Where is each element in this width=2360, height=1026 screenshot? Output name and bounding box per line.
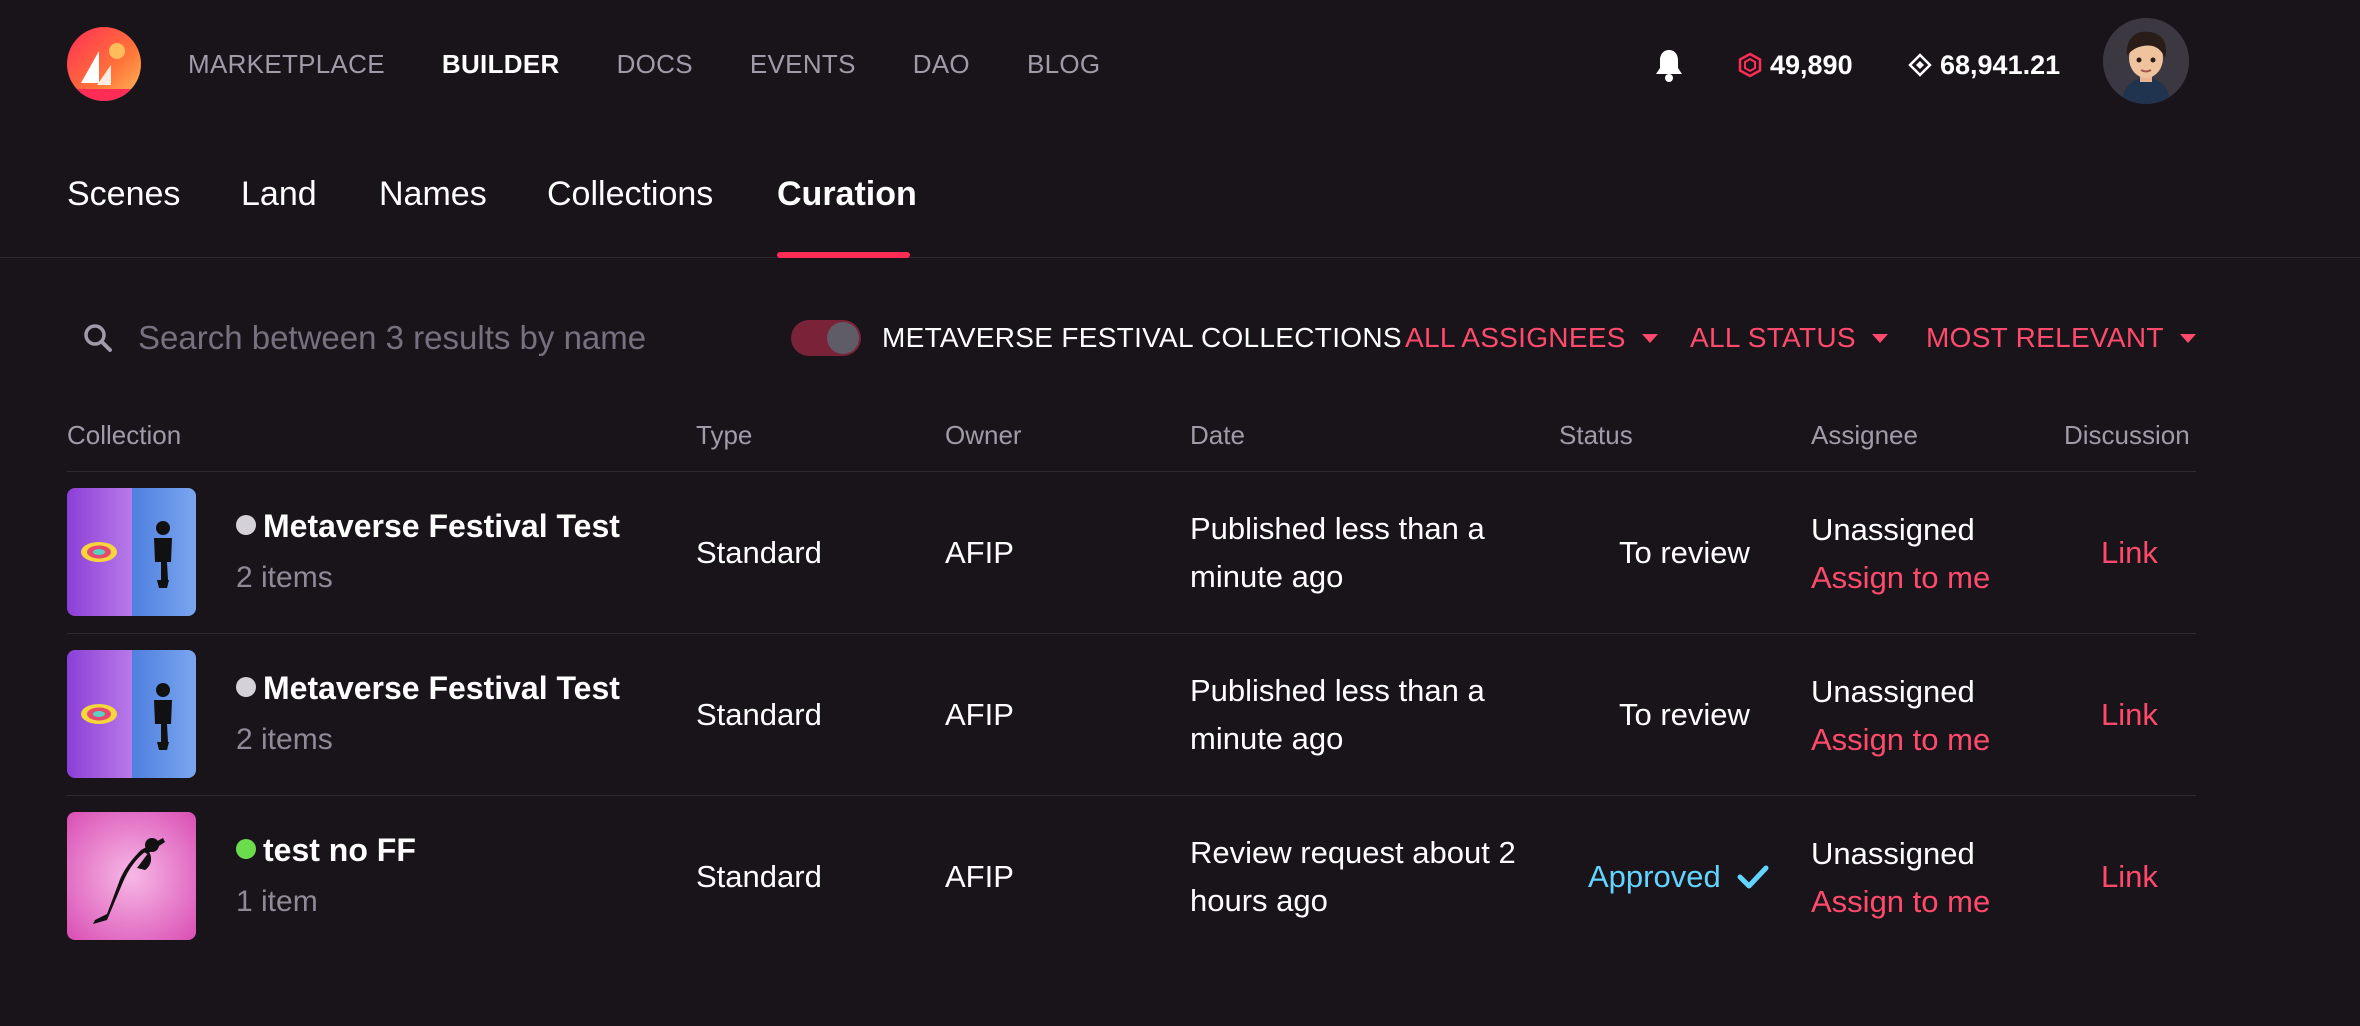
chevron-down-icon <box>1871 333 1888 343</box>
collection-name[interactable]: Metaverse Festival Test <box>263 506 620 546</box>
collection-status: To review <box>1619 697 1750 732</box>
main-nav: MARKETPLACE BUILDER DOCS EVENTS DAO BLOG <box>188 47 1157 81</box>
checkmark-icon <box>1737 865 1769 889</box>
table-header: Collection Type Owner Date Status Assign… <box>67 410 2196 472</box>
header-date: Date <box>1190 420 1245 450</box>
collection-owner: AFIP <box>945 859 1014 894</box>
collection-name[interactable]: Metaverse Festival Test <box>263 668 620 708</box>
bell-icon[interactable] <box>1654 48 1684 82</box>
nav-docs[interactable]: DOCS <box>617 47 693 81</box>
toggle-knob <box>827 322 859 354</box>
assignee-name: Unassigned <box>1811 674 1975 709</box>
assignee-cell: Unassigned Assign to me <box>1811 668 1990 764</box>
search-icon <box>82 322 114 354</box>
assign-to-me-link[interactable]: Assign to me <box>1811 554 1990 602</box>
assign-to-me-link[interactable]: Assign to me <box>1811 878 1990 926</box>
collection-date: Review request about 2 hours ago <box>1190 835 1516 918</box>
nav-dao[interactable]: DAO <box>913 47 970 81</box>
header-status: Status <box>1559 420 1633 450</box>
header-type: Type <box>696 420 753 450</box>
status-dot <box>236 515 256 535</box>
table-row[interactable]: test no FF 1 item Standard AFIP Review r… <box>67 796 2196 958</box>
nav-marketplace[interactable]: MARKETPLACE <box>188 47 385 81</box>
chevron-down-icon <box>2179 333 2196 343</box>
header-discussion: Discussion <box>2064 420 2190 450</box>
header-assignee: Assignee <box>1811 420 1918 450</box>
collection-type: Standard <box>696 859 822 894</box>
mana-ethereum-balance[interactable]: 49,890 <box>1738 48 1853 82</box>
tab-collections[interactable]: Collections <box>547 172 713 216</box>
header-owner: Owner <box>945 420 1022 450</box>
status-dropdown-value: ALL STATUS <box>1690 322 1856 353</box>
collection-type: Standard <box>696 535 822 570</box>
nav-builder[interactable]: BUILDER <box>442 47 560 81</box>
decentraland-logo[interactable] <box>67 27 141 101</box>
metaverse-festival-toggle[interactable] <box>791 320 861 356</box>
tab-scenes[interactable]: Scenes <box>67 172 180 216</box>
mana-polygon-amount: 68,941.21 <box>1940 50 2061 80</box>
mana-hexagon-icon <box>1738 52 1762 78</box>
section-tabs: Scenes Land Names Collections Curation <box>0 150 2360 258</box>
assign-to-me-link[interactable]: Assign to me <box>1811 716 1990 764</box>
mana-diamond-icon <box>1908 53 1932 77</box>
header-collection: Collection <box>67 420 182 450</box>
assignee-cell: Unassigned Assign to me <box>1811 506 1990 602</box>
collection-item-count: 2 items <box>236 723 333 756</box>
assignee-name: Unassigned <box>1811 836 1975 871</box>
discussion-link[interactable]: Link <box>2101 691 2158 739</box>
assignee-cell: Unassigned Assign to me <box>1811 830 1990 926</box>
chevron-down-icon <box>1641 333 1658 343</box>
collection-item-count: 2 items <box>236 561 333 594</box>
sort-dropdown[interactable]: MOST RELEVANT <box>1926 320 2196 356</box>
toggle-label: METAVERSE FESTIVAL COLLECTIONS <box>882 322 1402 353</box>
user-avatar[interactable] <box>2103 18 2189 104</box>
nav-events[interactable]: EVENTS <box>750 47 856 81</box>
assignees-dropdown-value: ALL ASSIGNEES <box>1405 322 1626 353</box>
table-row[interactable]: Metaverse Festival Test 2 items Standard… <box>67 472 2196 634</box>
tab-land[interactable]: Land <box>241 172 317 216</box>
assignee-name: Unassigned <box>1811 512 1975 547</box>
table-row[interactable]: Metaverse Festival Test 2 items Standard… <box>67 634 2196 796</box>
collection-date: Published less than a minute ago <box>1190 673 1485 756</box>
collection-thumbnail <box>67 812 196 940</box>
collection-status: Approved <box>1588 853 1769 901</box>
active-tab-indicator <box>777 252 910 258</box>
status-text: Approved <box>1588 859 1721 894</box>
discussion-link[interactable]: Link <box>2101 853 2158 901</box>
tab-names[interactable]: Names <box>379 172 487 216</box>
assignees-dropdown[interactable]: ALL ASSIGNEES <box>1405 320 1658 356</box>
mana-ethereum-amount: 49,890 <box>1770 50 1853 80</box>
discussion-link[interactable]: Link <box>2101 529 2158 577</box>
status-dropdown[interactable]: ALL STATUS <box>1690 320 1888 356</box>
collection-thumbnail <box>67 488 196 616</box>
collection-date: Published less than a minute ago <box>1190 511 1485 594</box>
collection-thumbnail <box>67 650 196 778</box>
sort-dropdown-value: MOST RELEVANT <box>1926 322 2164 353</box>
tab-curation[interactable]: Curation <box>777 172 917 216</box>
collection-name[interactable]: test no FF <box>263 830 416 870</box>
collection-owner: AFIP <box>945 697 1014 732</box>
search-input[interactable] <box>138 314 658 362</box>
collection-type: Standard <box>696 697 822 732</box>
mana-polygon-balance[interactable]: 68,941.21 <box>1908 48 2060 82</box>
collection-status: To review <box>1619 535 1750 570</box>
collection-owner: AFIP <box>945 535 1014 570</box>
collection-item-count: 1 item <box>236 885 318 918</box>
top-navbar: MARKETPLACE BUILDER DOCS EVENTS DAO BLOG… <box>0 0 2360 128</box>
status-dot <box>236 839 256 859</box>
nav-blog[interactable]: BLOG <box>1027 47 1100 81</box>
status-dot <box>236 677 256 697</box>
